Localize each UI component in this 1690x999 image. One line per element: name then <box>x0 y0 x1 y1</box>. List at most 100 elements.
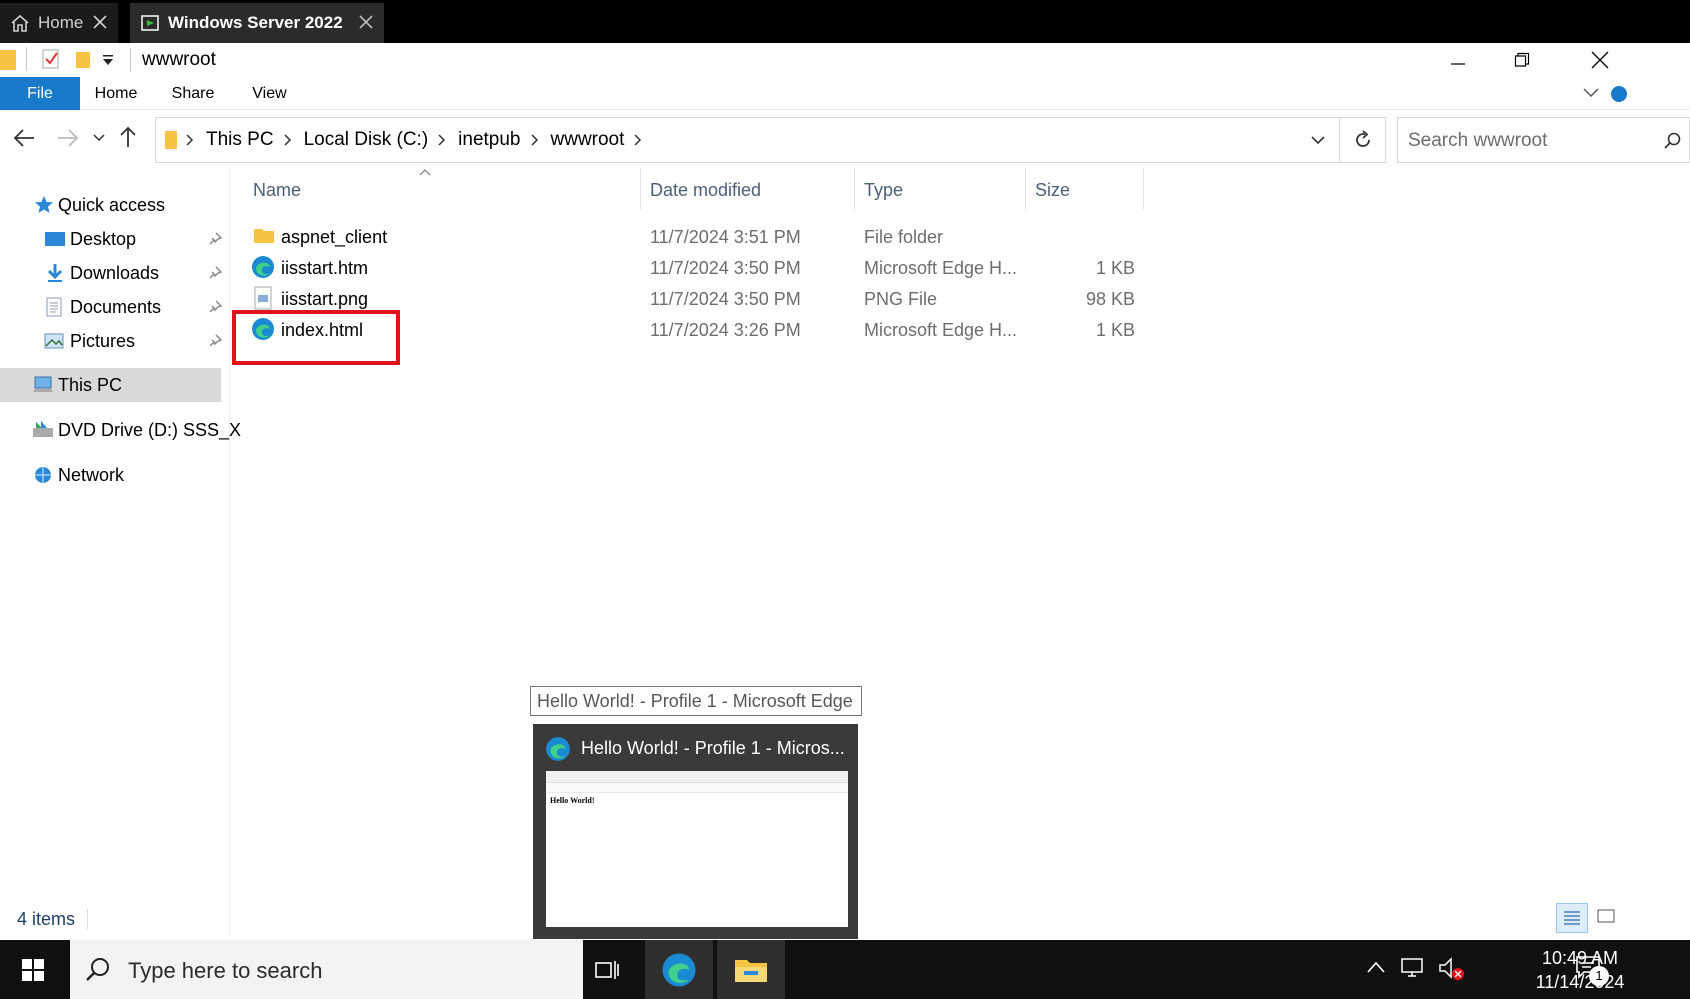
column-header-type[interactable]: Type <box>864 180 903 201</box>
folder-icon <box>253 224 275 246</box>
item-count: 4 items <box>17 909 76 929</box>
folder-icon <box>164 129 178 151</box>
help-icon[interactable] <box>1610 85 1628 103</box>
home-icon <box>10 13 30 33</box>
ribbon-tab-share[interactable]: Share <box>163 77 223 110</box>
file-size: 1 KB <box>1095 258 1135 278</box>
pictures-icon <box>44 332 64 350</box>
toolbar-divider <box>26 47 27 71</box>
nav-documents[interactable]: Documents <box>0 289 230 325</box>
customize-toolbar-icon[interactable] <box>102 53 114 67</box>
close-tab-windows-server-icon[interactable] <box>358 14 374 30</box>
column-header-date[interactable]: Date modified <box>650 180 761 201</box>
tab-home-label: Home <box>38 13 84 32</box>
tab-windows-server-label: Windows Server 2022 <box>168 13 343 32</box>
edge-window-thumbnail[interactable]: Hello World! - Profile 1 - Micros... Hel… <box>533 724 858 939</box>
show-hidden-icons-button[interactable] <box>1366 960 1386 974</box>
file-size: 1 KB <box>1095 320 1135 340</box>
file-name: aspnet_client <box>281 227 388 247</box>
nav-pictures[interactable]: Pictures <box>0 323 230 359</box>
file-size: 98 KB <box>1085 289 1135 309</box>
file-type: Microsoft Edge H... <box>864 258 1018 278</box>
nav-label: Downloads <box>70 262 160 283</box>
navigation-pane: Quick access Desktop Downloads Documents… <box>0 168 241 936</box>
breadcrumb-wwwroot[interactable]: wwwroot <box>551 129 625 151</box>
chevron-right-icon <box>186 134 196 146</box>
start-button[interactable] <box>0 940 66 999</box>
breadcrumb-local-disk[interactable]: Local Disk (C:) <box>304 129 429 151</box>
close-window-button[interactable] <box>1570 43 1630 77</box>
nav-downloads[interactable]: Downloads <box>0 255 230 291</box>
forward-button[interactable] <box>56 127 80 149</box>
file-row-iisstart-htm[interactable]: iisstart.htm 11/7/2024 3:50 PM Microsoft… <box>233 252 1173 284</box>
ribbon-tab-file[interactable]: File <box>0 77 80 110</box>
column-header-name[interactable]: Name <box>253 180 301 201</box>
volume-muted-icon[interactable] <box>1438 956 1466 982</box>
ribbon-tabs: File Home Share View <box>0 77 1690 110</box>
chevron-right-icon[interactable] <box>438 134 448 146</box>
file-list: Name Date modified Type Size aspnet_clie… <box>233 168 1690 936</box>
expand-ribbon-icon[interactable] <box>1582 87 1600 99</box>
pin-icon[interactable] <box>208 334 222 348</box>
chevron-right-icon[interactable] <box>530 134 541 146</box>
properties-icon[interactable] <box>41 48 61 70</box>
breadcrumb-this-pc[interactable]: This PC <box>206 129 274 151</box>
file-type: File folder <box>864 227 944 247</box>
task-view-button[interactable] <box>573 940 641 999</box>
desktop-icon <box>44 230 66 248</box>
column-divider[interactable] <box>640 168 641 210</box>
network-status-icon[interactable] <box>1400 956 1426 980</box>
computer-icon <box>32 375 54 395</box>
refresh-button[interactable] <box>1340 117 1386 163</box>
pin-icon[interactable] <box>208 232 222 246</box>
up-button[interactable] <box>118 125 138 149</box>
file-name: iisstart.htm <box>281 258 369 278</box>
nav-network[interactable]: Network <box>0 457 230 493</box>
file-name: iisstart.png <box>281 289 369 309</box>
ribbon-tab-view[interactable]: View <box>242 77 297 110</box>
tab-home[interactable]: Home <box>0 3 118 43</box>
nav-this-pc[interactable]: This PC <box>0 368 221 402</box>
nav-label: This PC <box>58 374 123 395</box>
taskbar-search-input[interactable]: Type here to search <box>70 940 583 999</box>
breadcrumb-inetpub[interactable]: inetpub <box>458 129 520 151</box>
nav-label: Documents <box>70 296 162 317</box>
address-dropdown-icon[interactable] <box>1311 136 1325 145</box>
network-icon <box>32 465 54 485</box>
annotation-highlight-box <box>232 310 400 365</box>
ribbon-tab-home[interactable]: Home <box>86 77 146 110</box>
chevron-right-icon[interactable] <box>634 134 644 146</box>
column-header-size[interactable]: Size <box>1035 180 1070 201</box>
column-divider[interactable] <box>854 168 855 210</box>
nav-label: Pictures <box>70 330 136 351</box>
back-button[interactable] <box>12 127 36 149</box>
refresh-icon <box>1353 130 1373 150</box>
details-view-button[interactable] <box>1556 903 1588 933</box>
pin-icon[interactable] <box>208 300 222 314</box>
nav-desktop[interactable]: Desktop <box>0 221 230 257</box>
column-divider[interactable] <box>1143 168 1144 210</box>
column-divider[interactable] <box>1025 168 1026 210</box>
restore-button[interactable] <box>1492 43 1552 77</box>
file-explorer-taskbar-button[interactable] <box>717 940 785 999</box>
search-input[interactable]: Search wwwroot <box>1397 117 1690 163</box>
minimize-button[interactable] <box>1428 43 1488 77</box>
edge-taskbar-button[interactable] <box>645 940 713 999</box>
download-icon <box>46 263 64 283</box>
recent-locations-icon[interactable] <box>93 134 105 142</box>
file-row-aspnet-client[interactable]: aspnet_client 11/7/2024 3:51 PM File fol… <box>233 221 1173 253</box>
nav-dvd-drive[interactable]: DVD Drive (D:) SSS_X <box>0 412 241 448</box>
large-icons-view-button[interactable] <box>1596 907 1616 925</box>
nav-quick-access[interactable]: Quick access <box>0 187 230 223</box>
sort-ascending-icon <box>419 168 431 176</box>
pin-icon[interactable] <box>208 266 222 280</box>
new-folder-icon[interactable] <box>74 48 92 70</box>
close-tab-home-icon[interactable] <box>92 14 108 30</box>
nav-label: Desktop <box>70 228 137 249</box>
notification-center-button[interactable]: 1 <box>1574 952 1614 988</box>
chevron-right-icon[interactable] <box>284 134 294 146</box>
address-bar[interactable]: This PC Local Disk (C:) inetpub wwwroot <box>155 117 1340 163</box>
tab-windows-server[interactable]: Windows Server 2022 <box>130 3 384 43</box>
vm-icon <box>140 13 160 33</box>
preview-page-text: Hello World! <box>550 796 595 805</box>
